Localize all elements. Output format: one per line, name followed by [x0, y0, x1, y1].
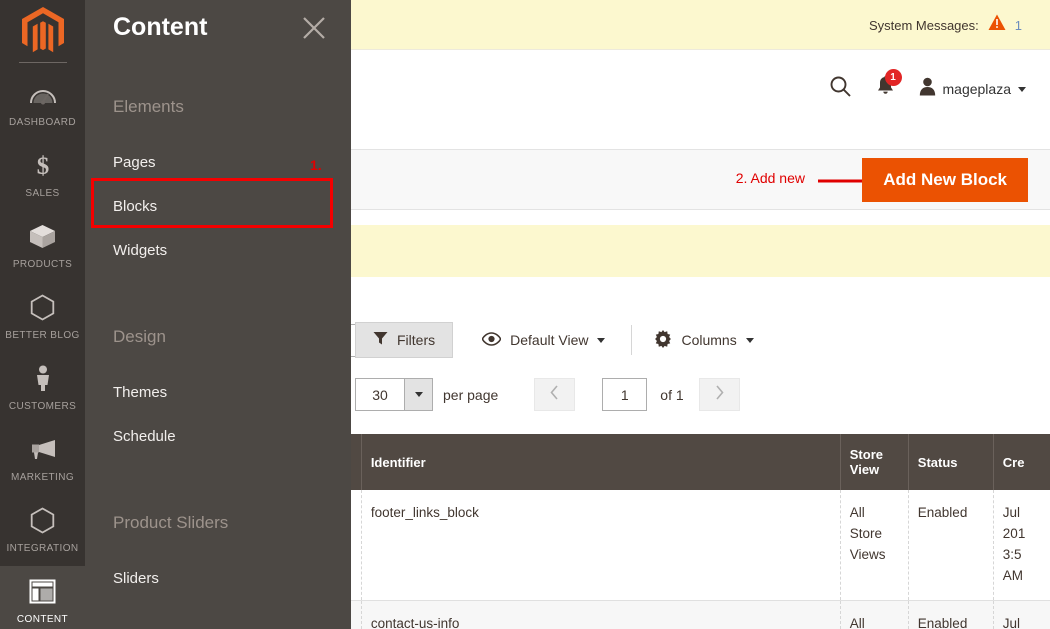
column-header-status[interactable]: Status [908, 434, 993, 490]
default-view-dropdown[interactable]: Default View [482, 332, 605, 349]
search-icon[interactable] [829, 75, 852, 103]
flyout-link-widgets[interactable]: Widgets [85, 236, 351, 266]
admin-sidebar: DASHBOARD $ SALES PRODUCTS [0, 0, 85, 629]
per-page-label: per page [443, 387, 498, 403]
page-number-input[interactable]: 1 [602, 378, 647, 411]
flyout-link-sliders[interactable]: Sliders [85, 564, 351, 594]
layout-icon [2, 577, 83, 605]
user-avatar-icon [919, 77, 936, 101]
sidebar-item-integration[interactable]: INTEGRATION [0, 495, 85, 566]
warning-triangle-icon [988, 14, 1006, 36]
pagination-previous-button[interactable] [534, 378, 575, 411]
page-total-label: of 1 [660, 387, 683, 403]
sidebar-divider [19, 62, 67, 63]
sidebar-item-label: PRODUCTS [13, 259, 72, 270]
gear-icon [654, 330, 672, 351]
cell-store-view: All Store Views [840, 490, 908, 600]
cell-status: Enabled [908, 490, 993, 600]
chevron-down-icon [597, 338, 605, 343]
flyout-group-design: Design Themes Schedule [85, 326, 351, 452]
sidebar-item-label: CUSTOMERS [9, 401, 76, 412]
default-view-label: Default View [510, 332, 588, 348]
flyout-link-blocks[interactable]: Blocks [85, 192, 351, 222]
cell-store-view: All Store [840, 600, 908, 629]
flyout-group-title: Elements [85, 96, 351, 118]
chevron-left-icon [550, 385, 559, 405]
notifications-bell[interactable]: 1 [876, 76, 895, 102]
flyout-group-product-sliders: Product Sliders Sliders [85, 512, 351, 594]
cell-identifier: footer_links_block [361, 490, 840, 600]
content-flyout-panel: Content Elements Pages Blocks Widgets De… [85, 0, 351, 629]
column-header-created[interactable]: Cre [993, 434, 1050, 490]
columns-dropdown[interactable]: Columns [654, 330, 753, 351]
user-name-label: mageplaza [943, 81, 1012, 97]
sidebar-item-label: BETTER BLOG [5, 330, 79, 341]
dollar-icon: $ [2, 151, 83, 179]
person-icon [2, 364, 83, 392]
flyout-group-elements: Elements Pages Blocks Widgets [85, 96, 351, 266]
annotation-step-2: 2. Add new [736, 170, 805, 186]
cell-status: Enabled [908, 600, 993, 629]
system-messages-count[interactable]: 1 [1015, 18, 1022, 33]
flyout-group-title: Design [85, 326, 351, 348]
box-icon [2, 222, 83, 250]
gauge-icon [2, 80, 83, 108]
eye-icon [482, 332, 501, 349]
cell-created: Jul 201 3:5 AM [993, 490, 1050, 600]
per-page-select[interactable]: 30 [355, 378, 433, 411]
columns-label: Columns [681, 332, 736, 348]
system-messages-label: System Messages: [869, 18, 979, 33]
cell-identifier: contact-us-info [361, 600, 840, 629]
sidebar-item-label: SALES [25, 188, 59, 199]
filters-button[interactable]: Filters [355, 322, 453, 358]
hexagon-icon [2, 506, 83, 534]
sidebar-item-sales[interactable]: $ SALES [0, 140, 85, 211]
sidebar-item-label: INTEGRATION [7, 543, 79, 554]
user-menu[interactable]: mageplaza [919, 77, 1027, 101]
flyout-group-title: Product Sliders [85, 512, 351, 534]
funnel-icon [373, 331, 388, 349]
column-header-store-view[interactable]: Store View [840, 434, 908, 490]
megaphone-icon [2, 435, 83, 463]
annotation-step-1: 1. [310, 157, 322, 173]
sidebar-item-content[interactable]: CONTENT [0, 566, 85, 629]
chevron-down-icon [746, 338, 754, 343]
toolbar-divider [631, 325, 632, 355]
sidebar-item-label: DASHBOARD [9, 117, 76, 128]
app-root: System Messages: 1 [0, 0, 1050, 629]
pagination-controls: 30 per page 1 of 1 [355, 378, 740, 411]
bell-icon [876, 84, 895, 101]
magento-logo[interactable] [0, 0, 85, 62]
sidebar-item-label: MARKETING [11, 472, 74, 483]
flyout-link-themes[interactable]: Themes [85, 378, 351, 408]
chevron-down-icon [1018, 87, 1026, 92]
sidebar-item-marketing[interactable]: MARKETING [0, 424, 85, 495]
sidebar-item-customers[interactable]: CUSTOMERS [0, 353, 85, 424]
column-header-identifier[interactable]: Identifier [361, 434, 840, 490]
per-page-value: 30 [356, 379, 404, 410]
chevron-right-icon [715, 385, 724, 405]
filters-label: Filters [397, 332, 435, 348]
sidebar-item-better-blog[interactable]: BETTER BLOG [0, 282, 85, 353]
flyout-title: Content [113, 13, 207, 42]
chevron-down-icon [404, 379, 432, 410]
pagination-next-button[interactable] [699, 378, 740, 411]
svg-text:$: $ [36, 153, 49, 179]
sidebar-item-label: CONTENT [17, 614, 68, 625]
bell-badge-count: 1 [885, 69, 902, 86]
close-icon[interactable] [299, 13, 329, 43]
hexagon-icon [2, 293, 83, 321]
grid-view-controls: Filters Default View [355, 322, 754, 358]
sidebar-item-dashboard[interactable]: DASHBOARD [0, 69, 85, 140]
sidebar-item-products[interactable]: PRODUCTS [0, 211, 85, 282]
cell-created: Jul 201 [993, 600, 1050, 629]
flyout-link-schedule[interactable]: Schedule [85, 422, 351, 452]
add-new-block-button[interactable]: Add New Block [862, 158, 1028, 202]
